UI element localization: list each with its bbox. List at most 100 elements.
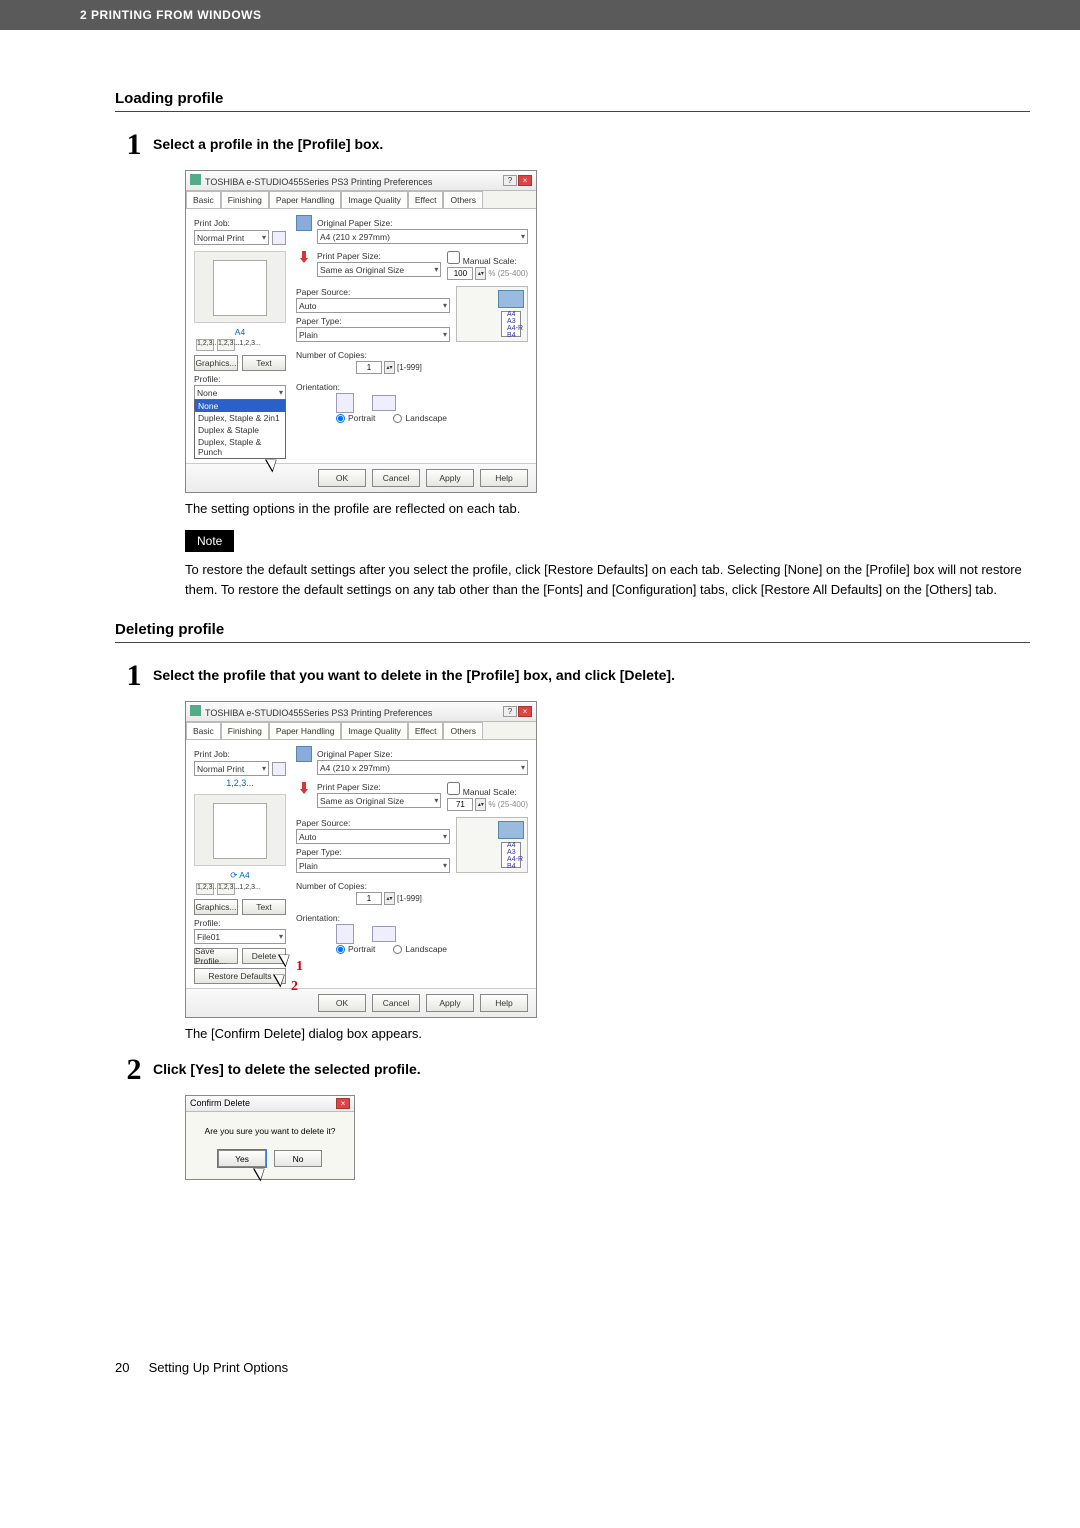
section-heading-loading: Loading profile: [115, 90, 1030, 107]
tab-strip: Basic Finishing Paper Handling Image Qua…: [186, 722, 536, 740]
heading-underline: [115, 642, 1030, 643]
close-button[interactable]: ×: [336, 1098, 350, 1109]
tab-finishing[interactable]: Finishing: [221, 722, 269, 739]
caption: The setting options in the profile are r…: [185, 501, 1030, 516]
profile-dropdown[interactable]: None Duplex, Staple & 2in1 Duplex & Stap…: [194, 399, 286, 459]
tab-effect[interactable]: Effect: [408, 191, 444, 208]
preview-icon: 1,2,3...1,2,3...: [196, 339, 214, 351]
tab-basic[interactable]: Basic: [186, 191, 221, 208]
profile-combo[interactable]: None: [194, 385, 286, 400]
step-text: Select a profile in the [Profile] box.: [153, 130, 383, 152]
tab-image-quality[interactable]: Image Quality: [341, 722, 407, 739]
scale-spinner[interactable]: ▴▾: [475, 267, 486, 280]
paper-source-label: Paper Source:: [296, 818, 450, 828]
print-job-combo[interactable]: Normal Print: [194, 230, 269, 245]
tab-effect[interactable]: Effect: [408, 722, 444, 739]
copies-label: Number of Copies:: [296, 881, 528, 891]
ok-button[interactable]: OK: [318, 994, 366, 1012]
step-number: 2: [115, 1055, 153, 1085]
portrait-radio[interactable]: Portrait: [336, 944, 375, 954]
apply-button[interactable]: Apply: [426, 994, 474, 1012]
print-job-settings-button[interactable]: [272, 762, 286, 776]
tab-basic[interactable]: Basic: [186, 722, 221, 739]
print-size-combo[interactable]: Same as Original Size: [317, 262, 441, 277]
scale-spinner[interactable]: ▴▾: [475, 798, 486, 811]
graphics-button[interactable]: Graphics...: [194, 899, 238, 915]
ok-button[interactable]: OK: [318, 469, 366, 487]
cursor-icon: [276, 971, 290, 989]
orientation-label: Orientation:: [296, 382, 528, 392]
note-text: To restore the default settings after yo…: [185, 560, 1030, 599]
section-heading-deleting: Deleting profile: [115, 621, 1030, 638]
tab-image-quality[interactable]: Image Quality: [341, 191, 407, 208]
page-preview: [194, 794, 286, 866]
preview-icon: 1,2,3...1,2,3...: [217, 883, 235, 895]
profile-combo[interactable]: File01: [194, 929, 286, 944]
orig-size-combo[interactable]: A4 (210 x 297mm): [317, 229, 528, 244]
copies-input[interactable]: [356, 892, 382, 905]
help-button[interactable]: ?: [503, 175, 517, 186]
print-size-label: Print Paper Size:: [317, 782, 441, 792]
cursor-icon: [281, 951, 295, 969]
paper-type-combo[interactable]: Plain: [296, 327, 450, 342]
scale-input[interactable]: [447, 267, 473, 280]
callout-marker: 2: [291, 979, 298, 995]
step-number: 1: [115, 661, 153, 691]
tab-others[interactable]: Others: [443, 722, 483, 739]
manual-scale-checkbox[interactable]: [447, 782, 460, 795]
page-footer: 20 Setting Up Print Options: [115, 1360, 1030, 1375]
tab-others[interactable]: Others: [443, 191, 483, 208]
scale-input[interactable]: [447, 798, 473, 811]
portrait-radio[interactable]: Portrait: [336, 413, 375, 423]
print-job-label: Print Job:: [194, 218, 286, 228]
preview-label: 1,2,3...: [194, 778, 286, 788]
help-button[interactable]: Help: [480, 994, 528, 1012]
copies-spinner[interactable]: ▴▾: [384, 892, 395, 905]
paper-type-label: Paper Type:: [296, 847, 450, 857]
save-profile-button[interactable]: Save Profile...: [194, 948, 238, 964]
tab-paper-handling[interactable]: Paper Handling: [269, 191, 342, 208]
confirm-message: Are you sure you want to delete it?: [196, 1126, 344, 1136]
printing-preferences-dialog: TOSHIBA e-STUDIO455Series PS3 Printing P…: [185, 701, 537, 1018]
restore-defaults-button[interactable]: Restore Defaults: [194, 968, 286, 984]
page-size-icon: [296, 215, 312, 231]
cancel-button[interactable]: Cancel: [372, 994, 420, 1012]
text-button[interactable]: Text: [242, 899, 286, 915]
close-button[interactable]: ×: [518, 706, 532, 717]
graphics-button[interactable]: Graphics...: [194, 355, 238, 371]
chapter-header: 2 PRINTING FROM WINDOWS: [0, 0, 1080, 30]
manual-scale-checkbox[interactable]: [447, 251, 460, 264]
apply-button[interactable]: Apply: [426, 469, 474, 487]
no-button[interactable]: No: [274, 1150, 322, 1167]
close-button[interactable]: ×: [518, 175, 532, 186]
tab-paper-handling[interactable]: Paper Handling: [269, 722, 342, 739]
copies-spinner[interactable]: ▴▾: [384, 361, 395, 374]
profile-option[interactable]: None: [195, 400, 285, 412]
orig-size-combo[interactable]: A4 (210 x 297mm): [317, 760, 528, 775]
text-button[interactable]: Text: [242, 355, 286, 371]
print-size-combo[interactable]: Same as Original Size: [317, 793, 441, 808]
landscape-radio[interactable]: Landscape: [393, 944, 447, 954]
paper-source-combo[interactable]: Auto: [296, 829, 450, 844]
help-button[interactable]: ?: [503, 706, 517, 717]
step-text: Select the profile that you want to dele…: [153, 661, 675, 683]
dialog-titlebar: TOSHIBA e-STUDIO455Series PS3 Printing P…: [186, 702, 536, 722]
manual-scale-label: Manual Scale:: [463, 256, 517, 266]
print-job-settings-button[interactable]: [272, 231, 286, 245]
printer-icon: [190, 705, 201, 716]
tab-finishing[interactable]: Finishing: [221, 191, 269, 208]
paper-source-combo[interactable]: Auto: [296, 298, 450, 313]
printing-preferences-dialog: TOSHIBA e-STUDIO455Series PS3 Printing P…: [185, 170, 537, 493]
print-job-combo[interactable]: Normal Print: [194, 761, 269, 776]
copies-input[interactable]: [356, 361, 382, 374]
profile-option[interactable]: Duplex, Staple & 2in1: [195, 412, 285, 424]
profile-option[interactable]: Duplex & Staple: [195, 424, 285, 436]
paper-type-combo[interactable]: Plain: [296, 858, 450, 873]
preview-size: A4: [194, 327, 286, 337]
landscape-radio[interactable]: Landscape: [393, 413, 447, 423]
portrait-icon: [336, 393, 354, 413]
help-button[interactable]: Help: [480, 469, 528, 487]
cancel-button[interactable]: Cancel: [372, 469, 420, 487]
dialog-titlebar: TOSHIBA e-STUDIO455Series PS3 Printing P…: [186, 171, 536, 191]
caption: The [Confirm Delete] dialog box appears.: [185, 1026, 1030, 1041]
